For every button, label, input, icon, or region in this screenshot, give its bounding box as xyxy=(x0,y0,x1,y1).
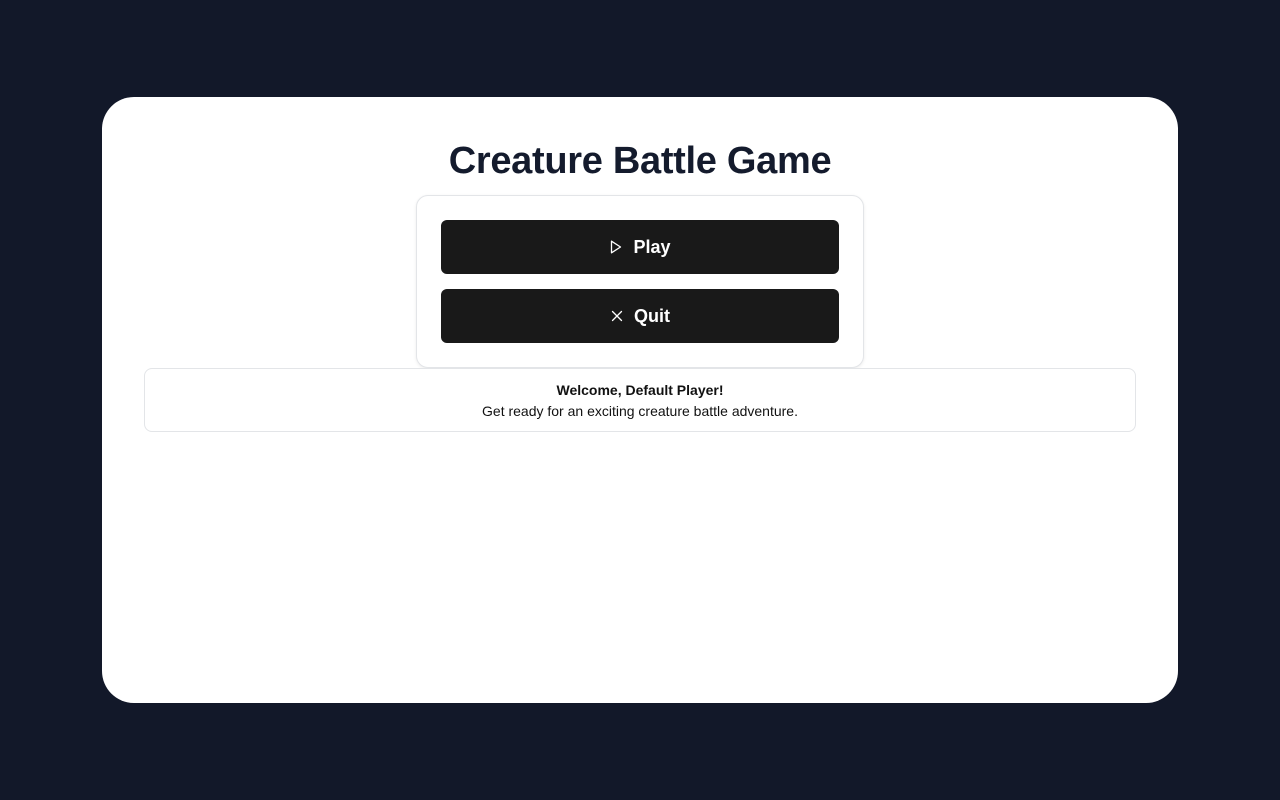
close-icon xyxy=(610,309,624,323)
quit-button[interactable]: Quit xyxy=(441,289,839,343)
quit-button-label: Quit xyxy=(634,305,670,326)
play-icon xyxy=(609,240,623,254)
main-card: Creature Battle Game Play Quit Welcome, … xyxy=(102,97,1178,703)
welcome-text: Get ready for an exciting creature battl… xyxy=(482,403,798,419)
welcome-message-box: Welcome, Default Player! Get ready for a… xyxy=(144,368,1136,432)
page-title: Creature Battle Game xyxy=(448,140,832,182)
welcome-heading: Welcome, Default Player! xyxy=(556,382,724,398)
menu-panel: Play Quit xyxy=(416,195,864,368)
play-button[interactable]: Play xyxy=(441,220,839,274)
play-button-label: Play xyxy=(633,236,671,257)
